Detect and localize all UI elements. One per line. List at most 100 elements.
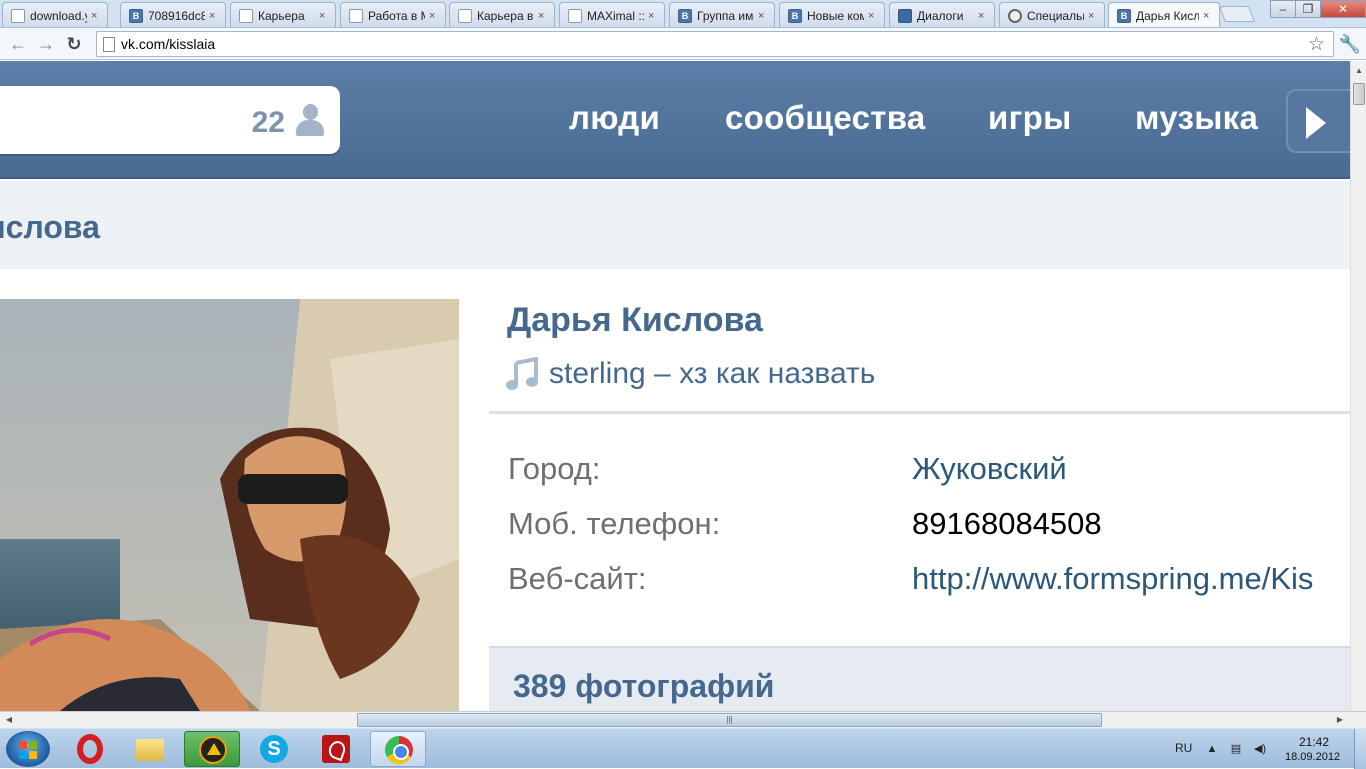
- status-audio-link[interactable]: sterling – хз как назвать: [549, 357, 875, 391]
- tab-close-icon[interactable]: ×: [648, 10, 658, 22]
- chat-icon: [898, 8, 912, 23]
- page-icon: [458, 8, 472, 23]
- tab-label: download.y: [30, 8, 87, 23]
- photo-illustration: [0, 299, 459, 711]
- scroll-left-arrow-icon[interactable]: ◀: [3, 714, 15, 726]
- nav-people[interactable]: люди: [569, 99, 660, 137]
- scroll-up-arrow-icon[interactable]: ▲: [1353, 65, 1365, 77]
- browser-tab[interactable]: B 708916dc89 ×: [120, 2, 226, 27]
- opera-icon: [77, 734, 103, 764]
- network-icon[interactable]: ▤: [1229, 743, 1243, 755]
- scroll-right-arrow-icon[interactable]: ▶: [1334, 714, 1346, 726]
- vertical-scrollbar[interactable]: ▲: [1350, 61, 1366, 711]
- nav-music[interactable]: музыка: [1135, 99, 1258, 137]
- tab-close-icon[interactable]: ×: [978, 10, 988, 22]
- tab-close-icon[interactable]: ×: [1088, 10, 1098, 22]
- taskbar-chrome[interactable]: [370, 731, 426, 767]
- address-bar[interactable]: vk.com/kisslaia ☆: [96, 31, 1334, 57]
- tab-close-icon[interactable]: ×: [319, 10, 329, 22]
- profile-photo[interactable]: [0, 299, 459, 711]
- browser-tab[interactable]: Карьера ×: [230, 2, 336, 27]
- restore-icon[interactable]: ❐: [1295, 0, 1321, 18]
- browser-tab[interactable]: download.y ×: [2, 2, 108, 27]
- language-indicator[interactable]: RU: [1175, 741, 1192, 755]
- skype-icon: S: [260, 735, 288, 763]
- aimp-icon: [199, 736, 227, 764]
- nav-communities[interactable]: сообщества: [725, 99, 926, 137]
- play-arrow-icon: [1306, 107, 1326, 139]
- taskbar-skype[interactable]: S: [246, 731, 302, 767]
- taskbar-aimp[interactable]: [184, 731, 240, 767]
- clock-date[interactable]: 18.09.2012: [1285, 751, 1340, 763]
- tab-close-icon[interactable]: ×: [429, 10, 439, 22]
- page-icon: [11, 8, 25, 23]
- info-label-phone: Моб. телефон:: [508, 506, 721, 541]
- info-label-website: Веб-сайт:: [508, 561, 647, 596]
- page-icon: [103, 37, 115, 52]
- taskbar-explorer[interactable]: [122, 731, 178, 767]
- name-bar-text: ислова: [0, 209, 100, 245]
- clock-time[interactable]: 21:42: [1299, 735, 1329, 749]
- browser-tab[interactable]: Карьера в ×: [449, 2, 555, 27]
- tab-label: Специальн: [1027, 8, 1084, 23]
- minimize-icon[interactable]: –: [1270, 0, 1296, 18]
- taskbar-opera[interactable]: [62, 731, 118, 767]
- back-arrow-icon[interactable]: ←: [6, 32, 30, 56]
- volume-icon[interactable]: ◀): [1253, 743, 1267, 755]
- horizontal-scrollbar[interactable]: ◀ ||| ▶: [0, 711, 1366, 728]
- profile-name-bar: ислова: [0, 181, 1350, 269]
- nav-games[interactable]: игры: [988, 99, 1072, 137]
- search-input[interactable]: 22: [0, 86, 340, 154]
- wrench-icon[interactable]: 🔧: [1338, 32, 1362, 56]
- taskbar-acrobat[interactable]: [308, 731, 364, 767]
- browser-tab[interactable]: Работа в M ×: [340, 2, 446, 27]
- tab-close-icon[interactable]: ×: [758, 10, 768, 22]
- page-icon: [568, 8, 582, 23]
- acrobat-icon: [322, 735, 350, 763]
- tab-label: Работа в M: [368, 8, 425, 23]
- windows-flag-icon: [19, 741, 37, 759]
- tab-label: Карьера в: [477, 8, 534, 23]
- tab-close-icon[interactable]: ×: [91, 10, 101, 22]
- forward-arrow-icon[interactable]: →: [34, 32, 58, 56]
- friends-online-count[interactable]: 22: [252, 106, 285, 140]
- browser-tab-active[interactable]: B Дарья Кисл ×: [1108, 2, 1220, 27]
- browser-tab[interactable]: MAXimal :: ×: [559, 2, 665, 27]
- tab-close-icon[interactable]: ×: [868, 10, 878, 22]
- photos-count[interactable]: 389 фотографий: [513, 668, 774, 705]
- nav-more-button[interactable]: [1286, 89, 1350, 153]
- info-value-website[interactable]: http://www.formspring.me/Kis: [912, 561, 1313, 597]
- vk-icon: B: [1117, 9, 1131, 23]
- info-value-city[interactable]: Жуковский: [912, 451, 1067, 487]
- browser-tab[interactable]: B Группа име ×: [669, 2, 775, 27]
- close-window-icon[interactable]: ✕: [1320, 0, 1366, 18]
- info-label-city: Город:: [508, 451, 601, 486]
- browser-toolbar: ← → ↻ vk.com/kisslaia ☆ 🔧: [0, 28, 1366, 60]
- tab-close-icon[interactable]: ×: [538, 10, 548, 22]
- photos-section-header[interactable]: 389 фотографий: [489, 646, 1350, 711]
- horizontal-scroll-thumb[interactable]: |||: [357, 713, 1102, 727]
- windows-taskbar: S RU ▲ ▤ ◀) 21:42 18.09.2012: [0, 728, 1366, 769]
- bookmark-star-icon[interactable]: ☆: [1308, 33, 1325, 56]
- browser-tab[interactable]: Диалоги ×: [889, 2, 995, 27]
- chrome-icon: [385, 736, 413, 764]
- vertical-scroll-thumb[interactable]: [1353, 83, 1365, 105]
- browser-tab[interactable]: B Новые ком ×: [779, 2, 885, 27]
- divider: [489, 411, 1350, 414]
- music-note-icon[interactable]: [506, 357, 540, 391]
- folder-icon: [136, 739, 164, 761]
- tray-expand-icon[interactable]: ▲: [1205, 743, 1219, 755]
- browser-tab[interactable]: Специальн ×: [999, 2, 1105, 27]
- reload-icon[interactable]: ↻: [62, 32, 86, 56]
- tab-label: Карьера: [258, 8, 305, 23]
- new-tab-button[interactable]: [1219, 6, 1255, 22]
- start-button[interactable]: [6, 731, 50, 767]
- profile-name: Дарья Кислова: [507, 301, 763, 339]
- tab-label: Новые ком: [807, 8, 864, 23]
- show-desktop-button[interactable]: [1354, 729, 1366, 769]
- tab-close-icon[interactable]: ×: [1203, 10, 1213, 22]
- tab-label: Дарья Кисл: [1136, 9, 1199, 23]
- tab-close-icon[interactable]: ×: [209, 10, 219, 22]
- url-text[interactable]: vk.com/kisslaia: [121, 36, 215, 52]
- page-viewport: 22 люди сообщества игры музыка ислова: [0, 61, 1350, 711]
